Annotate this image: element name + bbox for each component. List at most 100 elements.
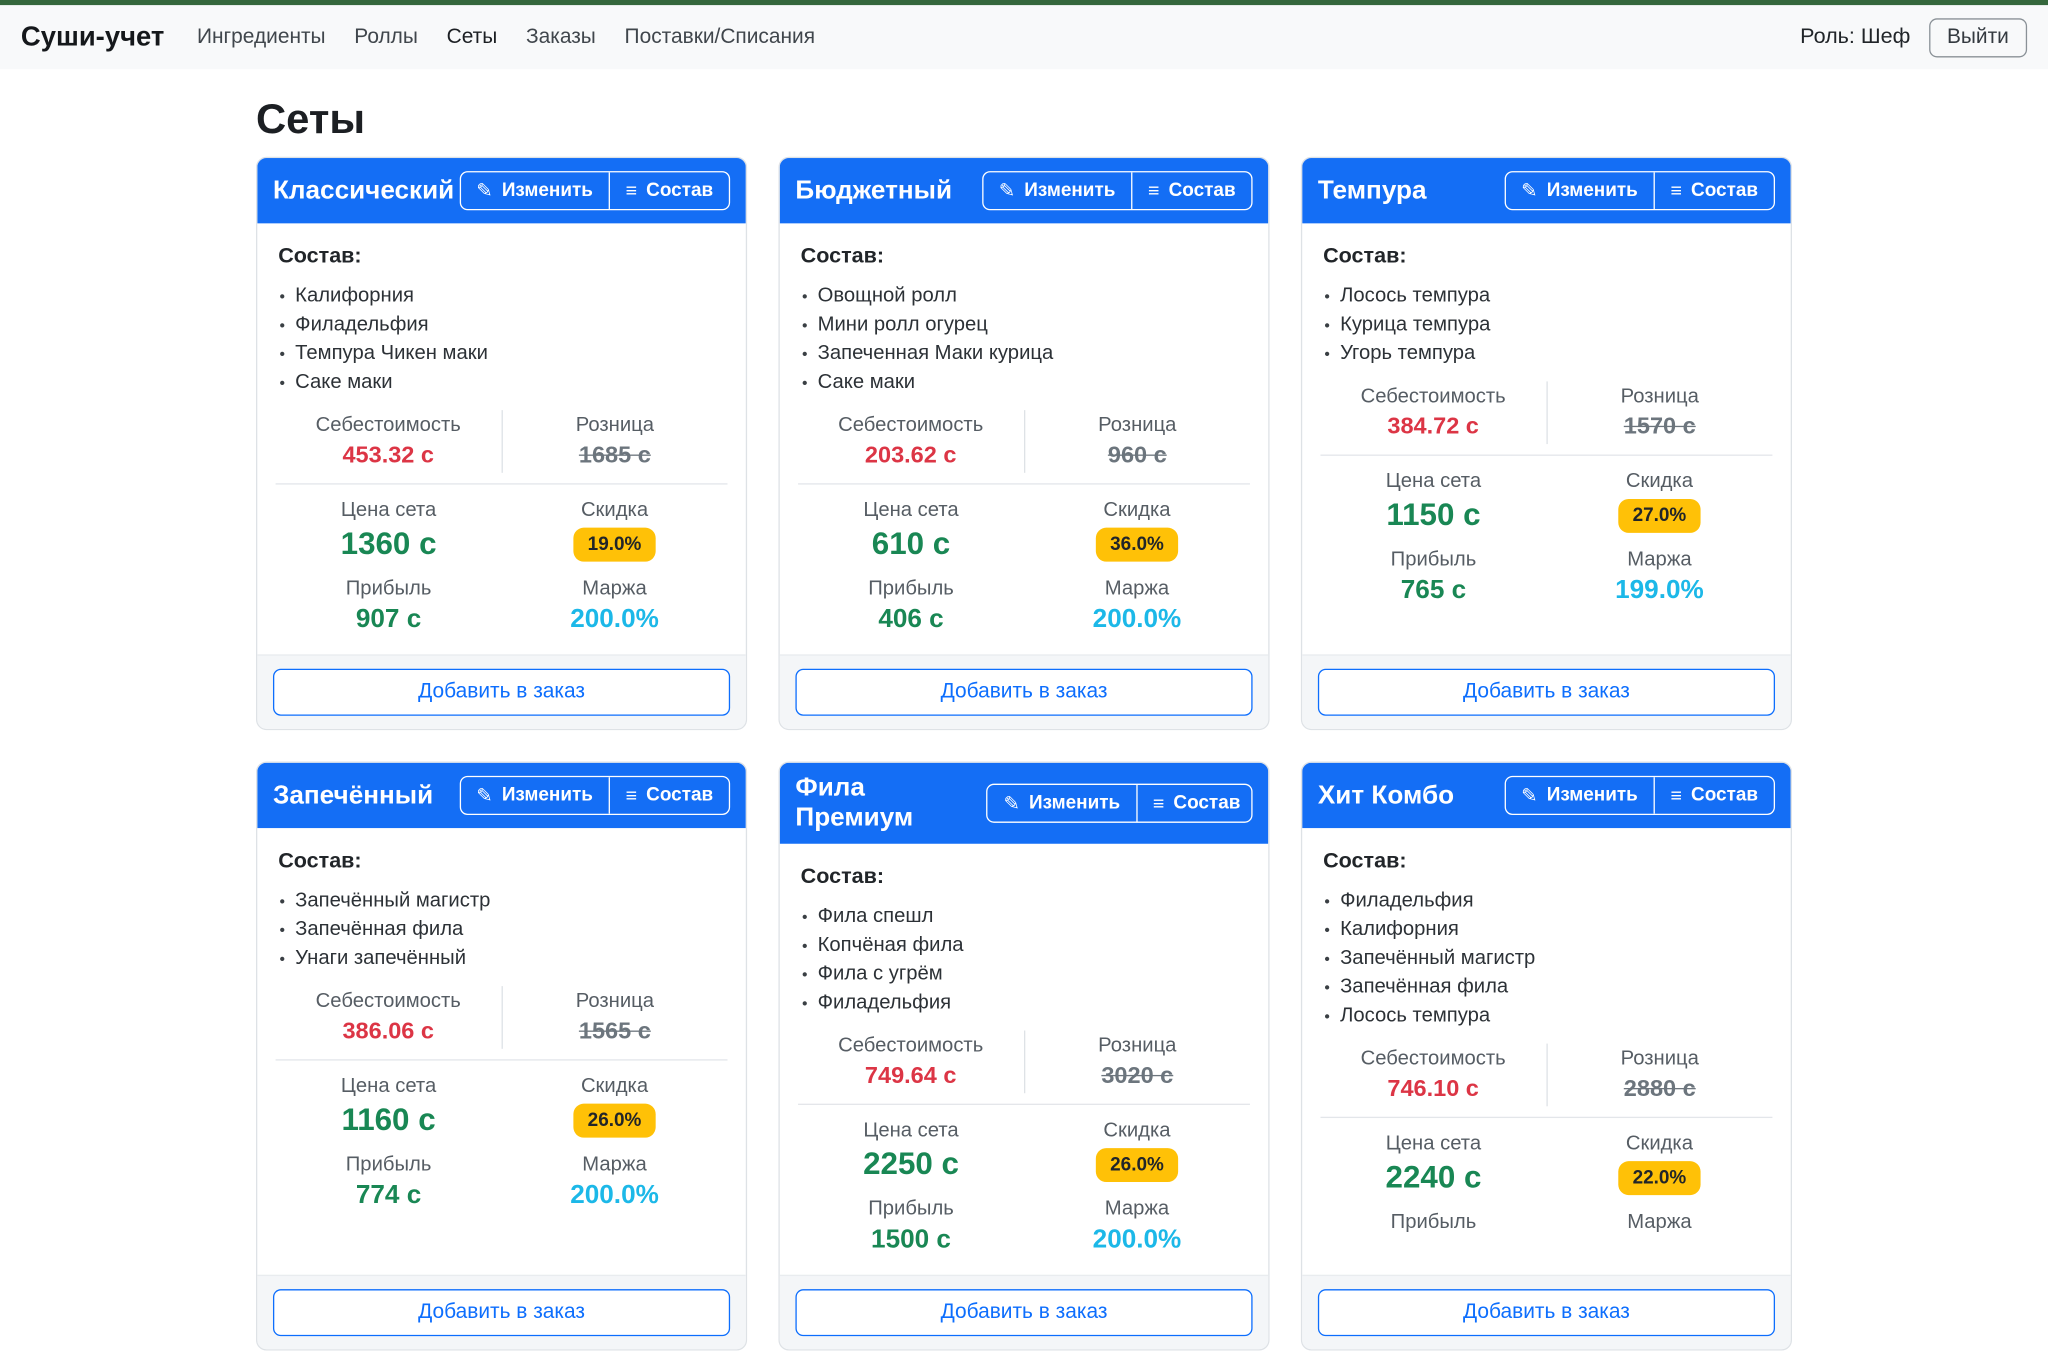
- profit-label: Прибыль: [798, 1195, 1024, 1222]
- set-card-header: Фила Премиум ✎Изменить ≡Состав: [780, 763, 1268, 844]
- retail-label: Розница: [502, 411, 727, 438]
- composition-button[interactable]: ≡Состав: [1131, 172, 1251, 209]
- discount-badge: 19.0%: [573, 528, 655, 562]
- composition-button[interactable]: ≡Состав: [1653, 172, 1773, 209]
- composition-list: Запечённый магистр Запечённая фила Унаги…: [276, 887, 728, 973]
- profit-label: Прибыль: [1320, 1208, 1546, 1235]
- retail-label: Розница: [1547, 1045, 1772, 1072]
- header-button-group: ✎Изменить ≡ Состав: [1504, 776, 1775, 815]
- add-to-order-button[interactable]: Добавить в заказ: [795, 1289, 1252, 1336]
- list-icon: ≡: [1670, 786, 1681, 806]
- price-value: 1160 с: [276, 1100, 502, 1140]
- set-card-body: Состав: Запечённый магистр Запечённая фи…: [257, 828, 745, 1275]
- margin-value: 200.0%: [1024, 602, 1250, 637]
- composition-list: Калифорния Филадельфия Темпура Чикен мак…: [276, 282, 728, 397]
- navbar: Суши-учет Ингредиенты Роллы Сеты Заказы …: [0, 5, 2048, 69]
- set-name: Классический: [273, 176, 454, 206]
- add-to-order-button[interactable]: Добавить в заказ: [273, 1289, 730, 1336]
- composition-item: Саке маки: [276, 368, 728, 397]
- nav-link-orders[interactable]: Заказы: [512, 15, 611, 59]
- logout-button[interactable]: Выйти: [1929, 18, 2027, 57]
- discount-badge: 26.0%: [1096, 1148, 1178, 1182]
- discount-label: Скидка: [1024, 1117, 1250, 1144]
- price-value: 1360 с: [276, 524, 502, 564]
- add-to-order-button[interactable]: Добавить в заказ: [795, 669, 1252, 716]
- cost-label: Себестоимость: [1320, 383, 1545, 410]
- set-card-header: Хит Комбо ✎Изменить ≡ Состав: [1302, 763, 1790, 828]
- edit-button-label: Изменить: [502, 180, 593, 201]
- set-card-footer: Добавить в заказ: [1302, 654, 1790, 728]
- set-card: Фила Премиум ✎Изменить ≡Состав Состав: Ф…: [778, 761, 1269, 1350]
- cost-label: Себестоимость: [1320, 1045, 1545, 1072]
- set-card-footer: Добавить в заказ: [780, 654, 1268, 728]
- retail-value: 1685 с: [502, 439, 727, 472]
- composition-title: Состав:: [1323, 849, 1772, 874]
- edit-set-button[interactable]: ✎ Изменить: [461, 172, 609, 209]
- margin-label: Маржа: [1546, 1208, 1772, 1235]
- set-stats: Себестоимость749.64 с Розница3020 с Цена…: [798, 1031, 1250, 1260]
- add-to-order-button[interactable]: Добавить в заказ: [1318, 1289, 1775, 1336]
- nav-link-supplies[interactable]: Поставки/Списания: [610, 15, 829, 59]
- composition-button[interactable]: ≡ Состав: [1136, 785, 1253, 822]
- composition-button[interactable]: ≡Состав: [609, 172, 729, 209]
- header-button-group: ✎Изменить ≡Состав: [982, 171, 1253, 210]
- add-to-order-button[interactable]: Добавить в заказ: [1318, 669, 1775, 716]
- set-card-footer: Добавить в заказ: [257, 1275, 745, 1349]
- set-card: Бюджетный ✎Изменить ≡Состав Состав: Овощ…: [778, 157, 1269, 730]
- discount-badge: 22.0%: [1618, 1161, 1700, 1195]
- header-button-group: ✎Изменить ≡Состав: [459, 776, 730, 815]
- margin-value: 200.0%: [1024, 1223, 1250, 1258]
- set-card-body: Состав: Калифорния Филадельфия Темпура Ч…: [257, 223, 745, 654]
- margin-value: 200.0%: [502, 602, 728, 637]
- price-label: Цена сета: [276, 496, 502, 523]
- retail-value: 2880 с: [1547, 1072, 1772, 1105]
- profit-value: 774 с: [276, 1178, 502, 1213]
- cost-value: 453.32 с: [276, 439, 501, 472]
- edit-set-button[interactable]: ✎Изменить: [988, 785, 1136, 822]
- composition-item: Запечённая фила: [276, 916, 728, 945]
- discount-badge: 36.0%: [1096, 528, 1178, 562]
- page-title: Сеты: [256, 95, 1792, 143]
- pencil-icon: ✎: [999, 181, 1015, 201]
- set-name: Хит Комбо: [1318, 780, 1454, 810]
- discount-badge: 27.0%: [1618, 499, 1700, 533]
- price-label: Цена сета: [1320, 468, 1546, 495]
- composition-title: Состав:: [801, 865, 1250, 890]
- margin-label: Маржа: [502, 1151, 728, 1178]
- edit-set-button[interactable]: ✎Изменить: [461, 777, 609, 814]
- composition-button-label: Состав: [1691, 785, 1758, 806]
- composition-button-label: Состав: [646, 180, 713, 201]
- composition-button[interactable]: ≡Состав: [609, 777, 729, 814]
- composition-item: Саке маки: [798, 368, 1250, 397]
- cost-value: 203.62 с: [798, 439, 1023, 472]
- profit-label: Прибыль: [276, 1151, 502, 1178]
- composition-button[interactable]: ≡ Состав: [1653, 777, 1773, 814]
- nav-link-sets[interactable]: Сеты: [432, 15, 511, 59]
- nav-link-ingredients[interactable]: Ингредиенты: [183, 15, 340, 59]
- profit-label: Прибыль: [1320, 546, 1546, 573]
- list-icon: ≡: [1153, 793, 1164, 813]
- discount-label: Скидка: [1024, 496, 1250, 523]
- edit-button-label: Изменить: [502, 785, 593, 806]
- profit-label: Прибыль: [276, 575, 502, 602]
- nav-link-rolls[interactable]: Роллы: [340, 15, 432, 59]
- cost-label: Себестоимость: [798, 1032, 1023, 1059]
- retail-label: Розница: [1547, 383, 1772, 410]
- brand[interactable]: Суши-учет: [21, 22, 164, 53]
- edit-set-button[interactable]: ✎Изменить: [1505, 172, 1653, 209]
- set-card: Темпура ✎Изменить ≡Состав Состав: Лосось…: [1301, 157, 1792, 730]
- composition-item: Филадельфия: [1320, 887, 1772, 916]
- composition-button-label: Состав: [1173, 793, 1240, 814]
- composition-list: Лосось темпура Курица темпура Угорь темп…: [1320, 282, 1772, 368]
- pencil-icon: ✎: [476, 181, 492, 201]
- set-card-footer: Добавить в заказ: [257, 654, 745, 728]
- edit-set-button[interactable]: ✎Изменить: [983, 172, 1131, 209]
- edit-set-button[interactable]: ✎Изменить: [1505, 777, 1653, 814]
- add-to-order-button[interactable]: Добавить в заказ: [273, 669, 730, 716]
- set-card: Запечённый ✎Изменить ≡Состав Состав: Зап…: [256, 761, 747, 1350]
- set-card-body: Состав: Лосось темпура Курица темпура Уг…: [1302, 223, 1790, 654]
- composition-item: Угорь темпура: [1320, 340, 1772, 369]
- edit-button-label: Изменить: [1029, 793, 1120, 814]
- set-card-body: Состав: Фила спешл Копчёная фила Фила с …: [780, 844, 1268, 1275]
- composition-button-label: Состав: [646, 785, 713, 806]
